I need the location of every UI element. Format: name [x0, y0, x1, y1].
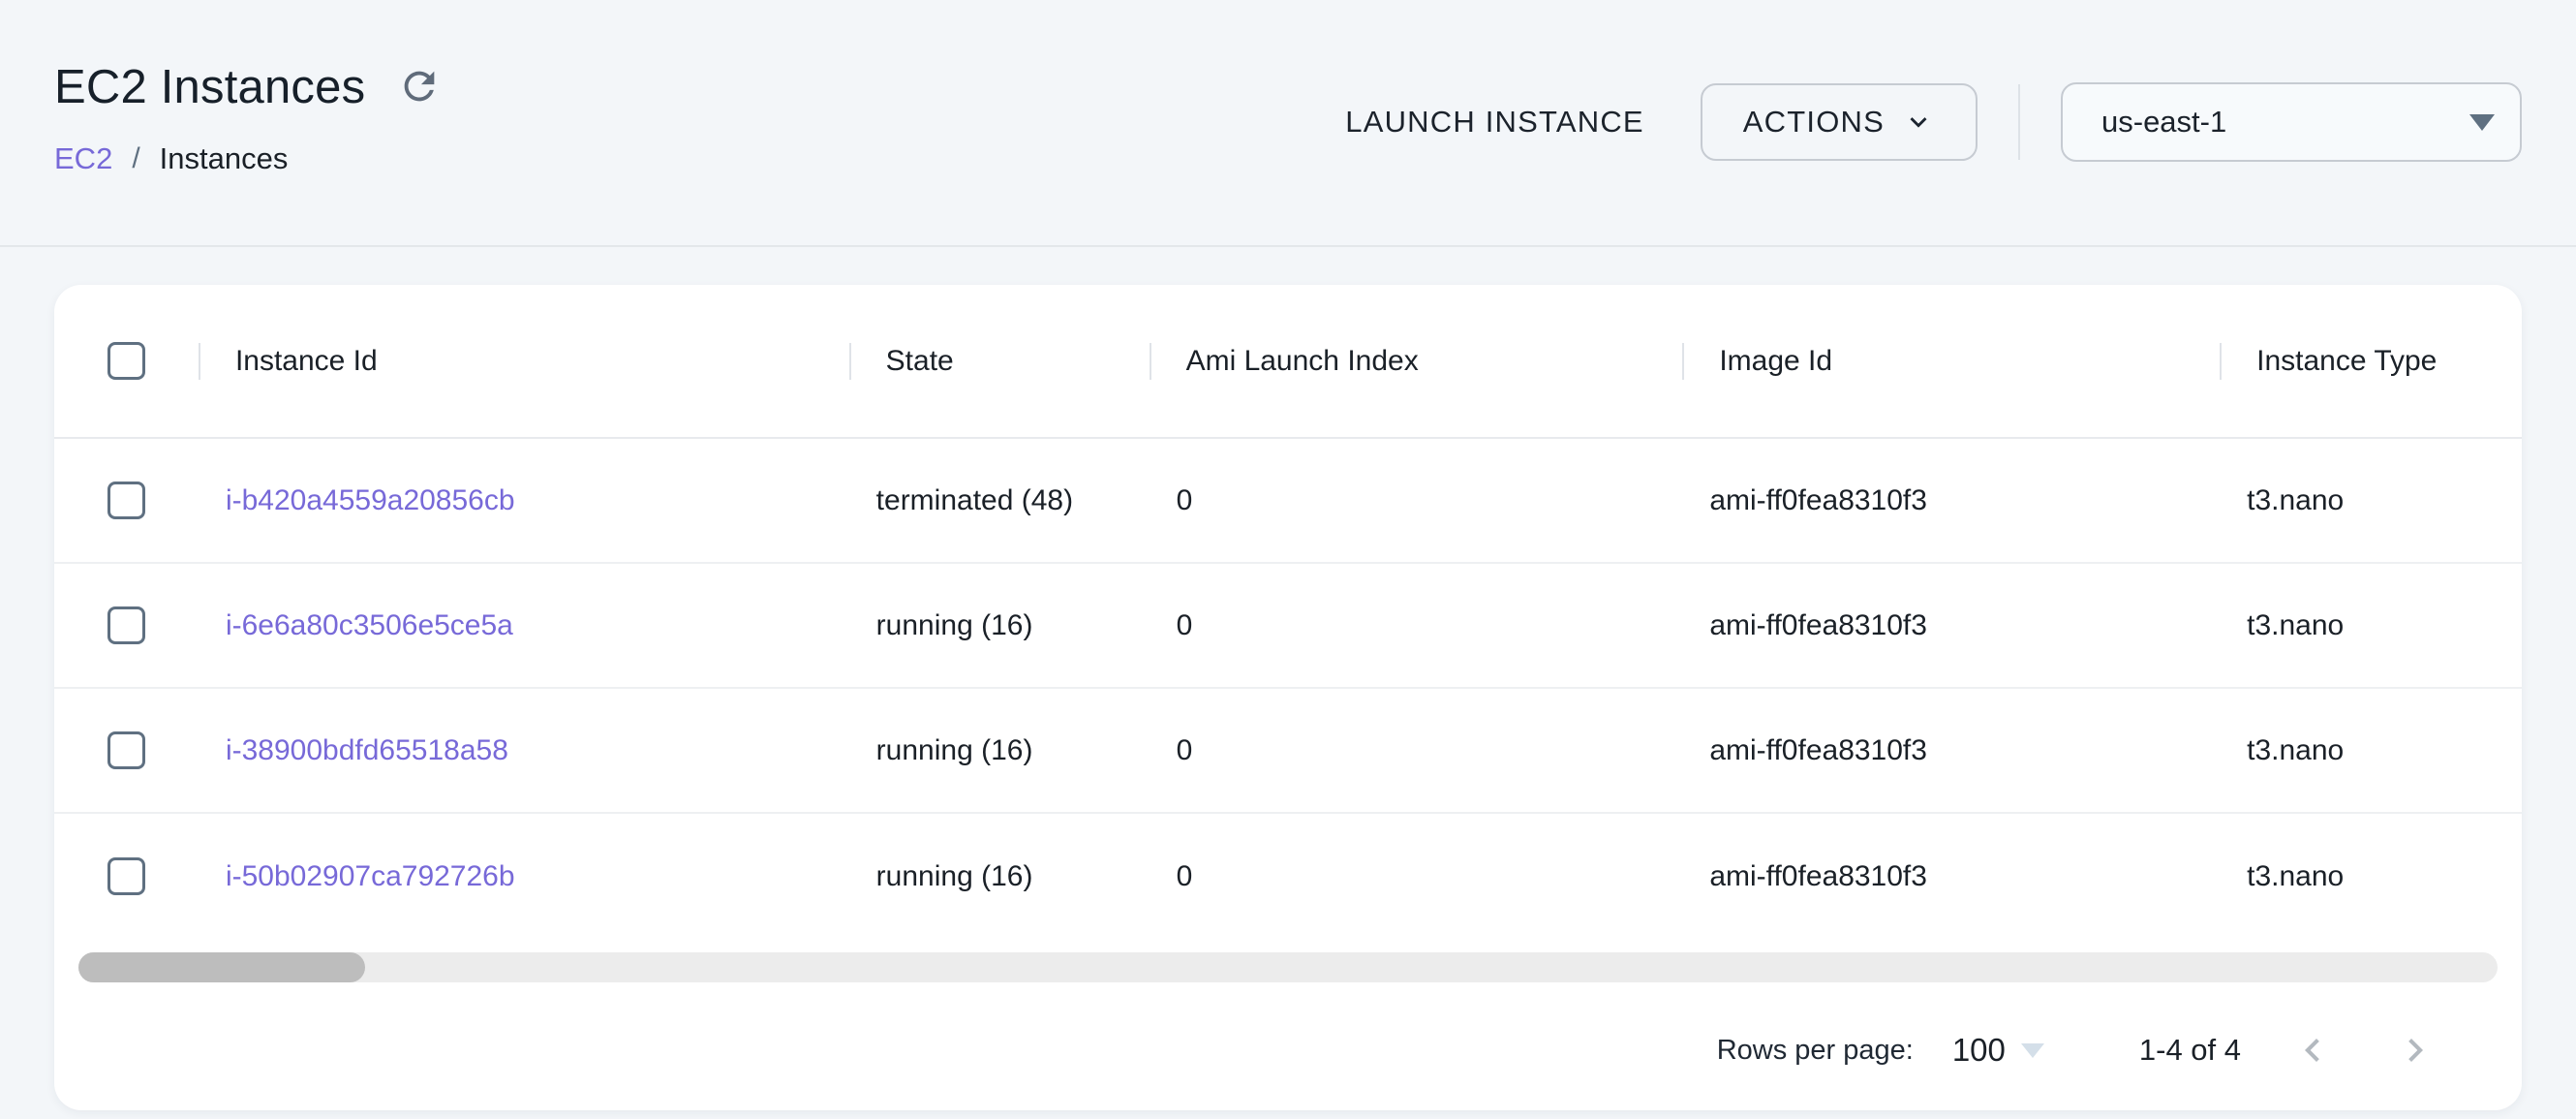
row-checkbox[interactable] — [107, 731, 145, 769]
instance-id-link[interactable]: i-b420a4559a20856cb — [226, 484, 515, 516]
instance-id-link[interactable]: i-38900bdfd65518a58 — [226, 734, 508, 766]
rows-per-page-label: Rows per page: — [1717, 1035, 1914, 1067]
instance-id-link[interactable]: i-6e6a80c3506e5ce5a — [226, 609, 513, 641]
state-cell: terminated (48) — [849, 484, 1150, 517]
pagination-range: 1-4 of 4 — [2139, 1033, 2241, 1068]
rows-per-page-select[interactable]: 100 — [1952, 1032, 2044, 1069]
table-row: i-6e6a80c3506e5ce5a running (16) 0 ami-f… — [54, 564, 2522, 689]
page-header: EC2 Instances EC2 / Instances LAUNCH INS… — [0, 0, 2576, 247]
image-id-cell: ami-ff0fea8310f3 — [1682, 484, 2220, 517]
instance-type-cell: t3.nano — [2220, 484, 2522, 517]
refresh-button[interactable] — [394, 62, 445, 112]
column-header-image-id: Image Id — [1682, 285, 2220, 437]
column-header-instance-type: Instance Type — [2220, 285, 2522, 437]
chevron-left-icon — [2289, 1027, 2336, 1073]
actions-button[interactable]: ACTIONS — [1701, 83, 1978, 161]
breadcrumb: EC2 / Instances — [54, 141, 445, 176]
instance-type-cell: t3.nano — [2220, 609, 2522, 642]
breadcrumb-link-ec2[interactable]: EC2 — [54, 141, 112, 176]
horizontal-scrollbar-track[interactable] — [78, 952, 2498, 982]
state-cell: running (16) — [849, 609, 1150, 642]
breadcrumb-current: Instances — [160, 141, 289, 176]
ami-launch-index-cell: 0 — [1150, 734, 1683, 767]
previous-page-button[interactable] — [2282, 1019, 2344, 1081]
ami-launch-index-cell: 0 — [1150, 609, 1683, 642]
column-header-state: State — [849, 285, 1150, 437]
horizontal-scrollbar-thumb[interactable] — [78, 952, 365, 982]
chevron-right-icon — [2392, 1027, 2438, 1073]
header-controls: LAUNCH INSTANCE ACTIONS us-east-1 — [1322, 82, 2522, 162]
table-row: i-50b02907ca792726b running (16) 0 ami-f… — [54, 814, 2522, 939]
select-all-checkbox[interactable] — [107, 342, 145, 380]
state-cell: running (16) — [849, 734, 1150, 767]
refresh-icon — [397, 64, 442, 111]
column-header-ami-launch-index: Ami Launch Index — [1150, 285, 1683, 437]
row-checkbox[interactable] — [107, 857, 145, 895]
instance-type-cell: t3.nano — [2220, 734, 2522, 767]
image-id-cell: ami-ff0fea8310f3 — [1682, 860, 2220, 893]
table-row: i-38900bdfd65518a58 running (16) 0 ami-f… — [54, 689, 2522, 814]
toolbar-divider — [2018, 84, 2020, 160]
caret-down-icon — [2021, 1043, 2044, 1058]
launch-instance-button[interactable]: LAUNCH INSTANCE — [1322, 87, 1668, 157]
state-cell: running (16) — [849, 860, 1150, 893]
image-id-cell: ami-ff0fea8310f3 — [1682, 609, 2220, 642]
instance-id-link[interactable]: i-50b02907ca792726b — [226, 860, 515, 892]
title-block: EC2 Instances EC2 / Instances — [54, 60, 445, 176]
caret-down-icon — [2469, 114, 2495, 131]
pagination-bar: Rows per page: 100 1-4 of 4 — [54, 982, 2522, 1110]
region-select-value: us-east-1 — [2101, 105, 2226, 140]
rows-per-page-value: 100 — [1952, 1032, 2006, 1069]
next-page-button[interactable] — [2384, 1019, 2446, 1081]
instance-type-cell: t3.nano — [2220, 860, 2522, 893]
breadcrumb-separator: / — [132, 142, 139, 175]
table-row: i-b420a4559a20856cb terminated (48) 0 am… — [54, 439, 2522, 564]
row-checkbox[interactable] — [107, 482, 145, 519]
page-title: EC2 Instances — [54, 60, 365, 114]
ami-launch-index-cell: 0 — [1150, 860, 1683, 893]
row-checkbox[interactable] — [107, 606, 145, 644]
instances-table-card: Instance Id State Ami Launch Index Image… — [54, 285, 2522, 1110]
actions-button-label: ACTIONS — [1743, 105, 1885, 140]
chevron-down-icon — [1902, 106, 1935, 139]
table-header-row: Instance Id State Ami Launch Index Image… — [54, 285, 2522, 439]
ami-launch-index-cell: 0 — [1150, 484, 1683, 517]
image-id-cell: ami-ff0fea8310f3 — [1682, 734, 2220, 767]
column-header-instance-id: Instance Id — [199, 285, 849, 437]
region-select[interactable]: us-east-1 — [2061, 82, 2522, 162]
